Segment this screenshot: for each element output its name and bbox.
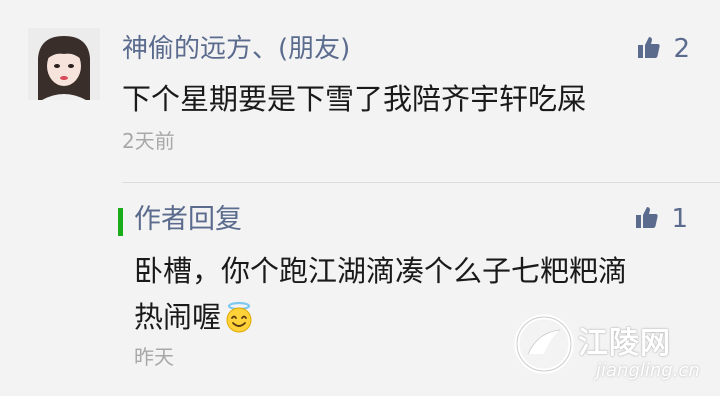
comment-like-button[interactable]: 2 [637, 34, 690, 64]
comment-like-count: 2 [673, 34, 690, 64]
comment-text: 下个星期要是下雪了我陪齐宇轩吃屎 [122, 82, 587, 116]
reply-author-label: 作者回复 [134, 204, 242, 235]
reply-text-segment: 热闹喔 [134, 300, 222, 334]
divider [122, 182, 720, 183]
reply-like-count: 1 [671, 204, 688, 234]
reply-indicator-bar [118, 208, 123, 236]
reply-like-button[interactable]: 1 [635, 204, 688, 234]
comment-author[interactable]: 神偷的远方、(朋友) [122, 32, 350, 66]
thumbs-up-icon [637, 35, 661, 63]
comments-page: 神偷的远方、(朋友) 下个星期要是下雪了我陪齐宇轩吃屎 2天前 2 作者回复 1… [0, 0, 720, 396]
reply-text-line: 卧槽，你个跑江湖滴凑个么子七粑粑滴 [134, 254, 628, 288]
comment-time: 2天前 [122, 129, 175, 153]
avatar[interactable] [28, 28, 100, 100]
reply-text-line: 热闹喔 [134, 294, 694, 346]
comment-item: 神偷的远方、(朋友) 下个星期要是下雪了我陪齐宇轩吃屎 2天前 2 [26, 26, 696, 166]
reply-time: 昨天 [134, 345, 174, 369]
halo-smiley-icon [223, 300, 255, 346]
author-reply: 作者回复 1 卧槽，你个跑江湖滴凑个么子七粑粑滴 热闹喔 昨天 [110, 196, 698, 386]
thumbs-up-icon [635, 205, 659, 233]
reply-text: 卧槽，你个跑江湖滴凑个么子七粑粑滴 热闹喔 [134, 248, 694, 346]
